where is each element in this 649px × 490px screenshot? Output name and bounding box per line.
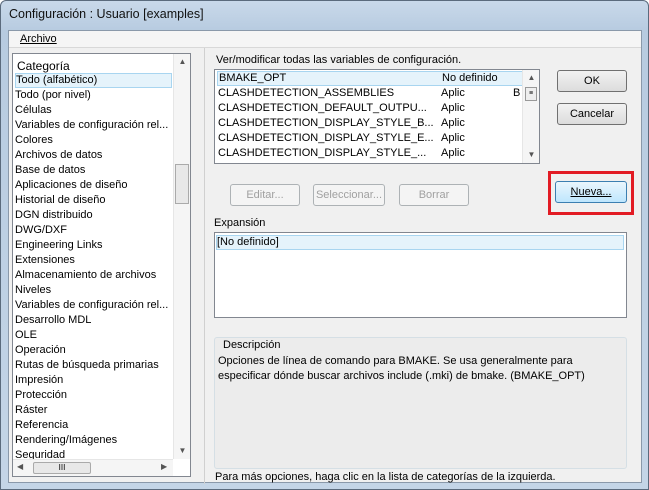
category-item[interactable]: Variables de configuración rel... (15, 118, 172, 133)
category-horizontal-scrollbar[interactable]: ◀ III ▶ (13, 459, 173, 476)
variable-row[interactable]: CLASHDETECTION_DISPLAY_STYLE_E... Aplic (217, 131, 523, 146)
category-list[interactable]: Categoría Todo (alfabético) Todo (por niv… (12, 53, 191, 477)
scroll-thumb[interactable] (175, 164, 189, 204)
delete-button[interactable]: Borrar (399, 184, 469, 206)
scroll-down-icon[interactable]: ▼ (523, 147, 540, 163)
scroll-down-icon[interactable]: ▼ (174, 443, 191, 459)
variable-level: Aplic (441, 147, 465, 159)
category-item[interactable]: Niveles (15, 283, 172, 298)
category-item[interactable]: Base de datos (15, 163, 172, 178)
category-item[interactable]: Historial de diseño (15, 193, 172, 208)
scroll-up-icon[interactable]: ▲ (174, 54, 191, 70)
category-item[interactable]: Aplicaciones de diseño (15, 178, 172, 193)
category-item[interactable]: Rutas de búsqueda primarias (15, 358, 172, 373)
footer-hint: Para más opciones, haga clic en la lista… (215, 471, 556, 483)
category-item[interactable]: Rendering/Imágenes (15, 433, 172, 448)
variable-level: Aplic (441, 117, 465, 129)
category-item[interactable]: Protección (15, 388, 172, 403)
expansion-value[interactable]: [No definido] (216, 235, 624, 250)
variable-name: BMAKE_OPT (219, 72, 287, 84)
category-item[interactable]: DGN distribuido (15, 208, 172, 223)
variable-row[interactable]: BMAKE_OPT No definido (217, 71, 523, 86)
category-item[interactable]: Impresión (15, 373, 172, 388)
h-scroll-thumb[interactable]: III (33, 462, 91, 474)
cancel-button[interactable]: Cancelar (557, 103, 627, 125)
expansion-list[interactable]: [No definido] (214, 232, 627, 318)
variable-name: CLASHDETECTION_DISPLAY_STYLE_B... (218, 117, 434, 129)
category-item[interactable]: Todo (alfabético) (15, 73, 172, 88)
variable-row[interactable]: CLASHDETECTION_DEFAULT_OUTPU... Aplic (217, 101, 523, 116)
select-button[interactable]: Seleccionar... (313, 184, 385, 206)
dialog-client: Archivo Categoría Todo (alfabético) Todo … (8, 30, 642, 484)
variables-list[interactable]: BMAKE_OPT No definido CLASHDETECTION_ASSEM… (214, 69, 540, 164)
variable-row[interactable]: CLASHDETECTION_DISPLAY_STYLE_... Aplic (217, 146, 523, 161)
menu-bar: Archivo (9, 31, 641, 48)
variables-label: Ver/modificar todas las variables de con… (216, 54, 462, 66)
edit-button[interactable]: Editar... (230, 184, 300, 206)
category-item[interactable]: OLE (15, 328, 172, 343)
category-item[interactable]: Almacenamiento de archivos (15, 268, 172, 283)
category-item[interactable]: DWG/DXF (15, 223, 172, 238)
variable-row[interactable]: CLASHDETECTION_DISPLAY_STYLE_B... Aplic (217, 116, 523, 131)
scroll-left-icon[interactable]: ◀ (17, 462, 23, 471)
category-item[interactable]: Todo (por nivel) (15, 88, 172, 103)
window-title: Configuración : Usuario [examples] (9, 7, 204, 21)
variable-name: CLASHDETECTION_DISPLAY_STYLE_E... (218, 132, 434, 144)
category-items: Todo (alfabético) Todo (por nivel) Células… (13, 73, 173, 461)
category-item[interactable]: Referencia (15, 418, 172, 433)
scroll-thumb[interactable]: ≡ (525, 87, 537, 101)
new-button[interactable]: Nueva... (555, 181, 627, 203)
expansion-label: Expansión (214, 217, 266, 229)
category-header: Categoría (17, 59, 70, 73)
category-item[interactable]: Colores (15, 133, 172, 148)
menu-archivo[interactable]: Archivo (20, 33, 57, 45)
variable-level: Aplic (441, 102, 465, 114)
category-item[interactable]: Células (15, 103, 172, 118)
variable-level: Aplic (441, 87, 465, 99)
splitter[interactable] (204, 48, 205, 484)
category-item[interactable]: Archivos de datos (15, 148, 172, 163)
description-text: Opciones de línea de comando para BMAKE.… (218, 355, 585, 382)
ok-button[interactable]: OK (557, 70, 627, 92)
variable-level: Aplic (441, 132, 465, 144)
variables-rows: BMAKE_OPT No definido CLASHDETECTION_ASSEM… (215, 71, 523, 163)
variable-name: CLASHDETECTION_DEFAULT_OUTPU... (218, 102, 427, 114)
variables-scrollbar[interactable]: ▲ ≡ ▼ (522, 70, 539, 163)
category-item[interactable]: Engineering Links (15, 238, 172, 253)
variable-level: No definido (442, 72, 498, 84)
category-item[interactable]: Ráster (15, 403, 172, 418)
scroll-up-icon[interactable]: ▲ (523, 70, 540, 86)
scroll-right-icon[interactable]: ▶ (161, 462, 167, 471)
variable-name: CLASHDETECTION_ASSEMBLIES (218, 87, 395, 99)
variable-row[interactable]: CLASHDETECTION_ASSEMBLIES Aplic B (217, 86, 523, 101)
variable-flag: B (513, 87, 521, 99)
category-vertical-scrollbar[interactable]: ▲ ▼ (173, 54, 190, 459)
category-item[interactable]: Variables de configuración rel... (15, 298, 172, 313)
variable-name: CLASHDETECTION_DISPLAY_STYLE_... (218, 147, 427, 159)
category-item[interactable]: Extensiones (15, 253, 172, 268)
category-item[interactable]: Operación (15, 343, 172, 358)
description-group: Descripción Opciones de línea de comando… (214, 337, 627, 469)
dialog-window: Configuración : Usuario [examples] Archi… (0, 0, 649, 490)
description-label: Descripción (223, 339, 281, 351)
category-item[interactable]: Desarrollo MDL (15, 313, 172, 328)
new-button-label: Nueva... (570, 186, 612, 198)
